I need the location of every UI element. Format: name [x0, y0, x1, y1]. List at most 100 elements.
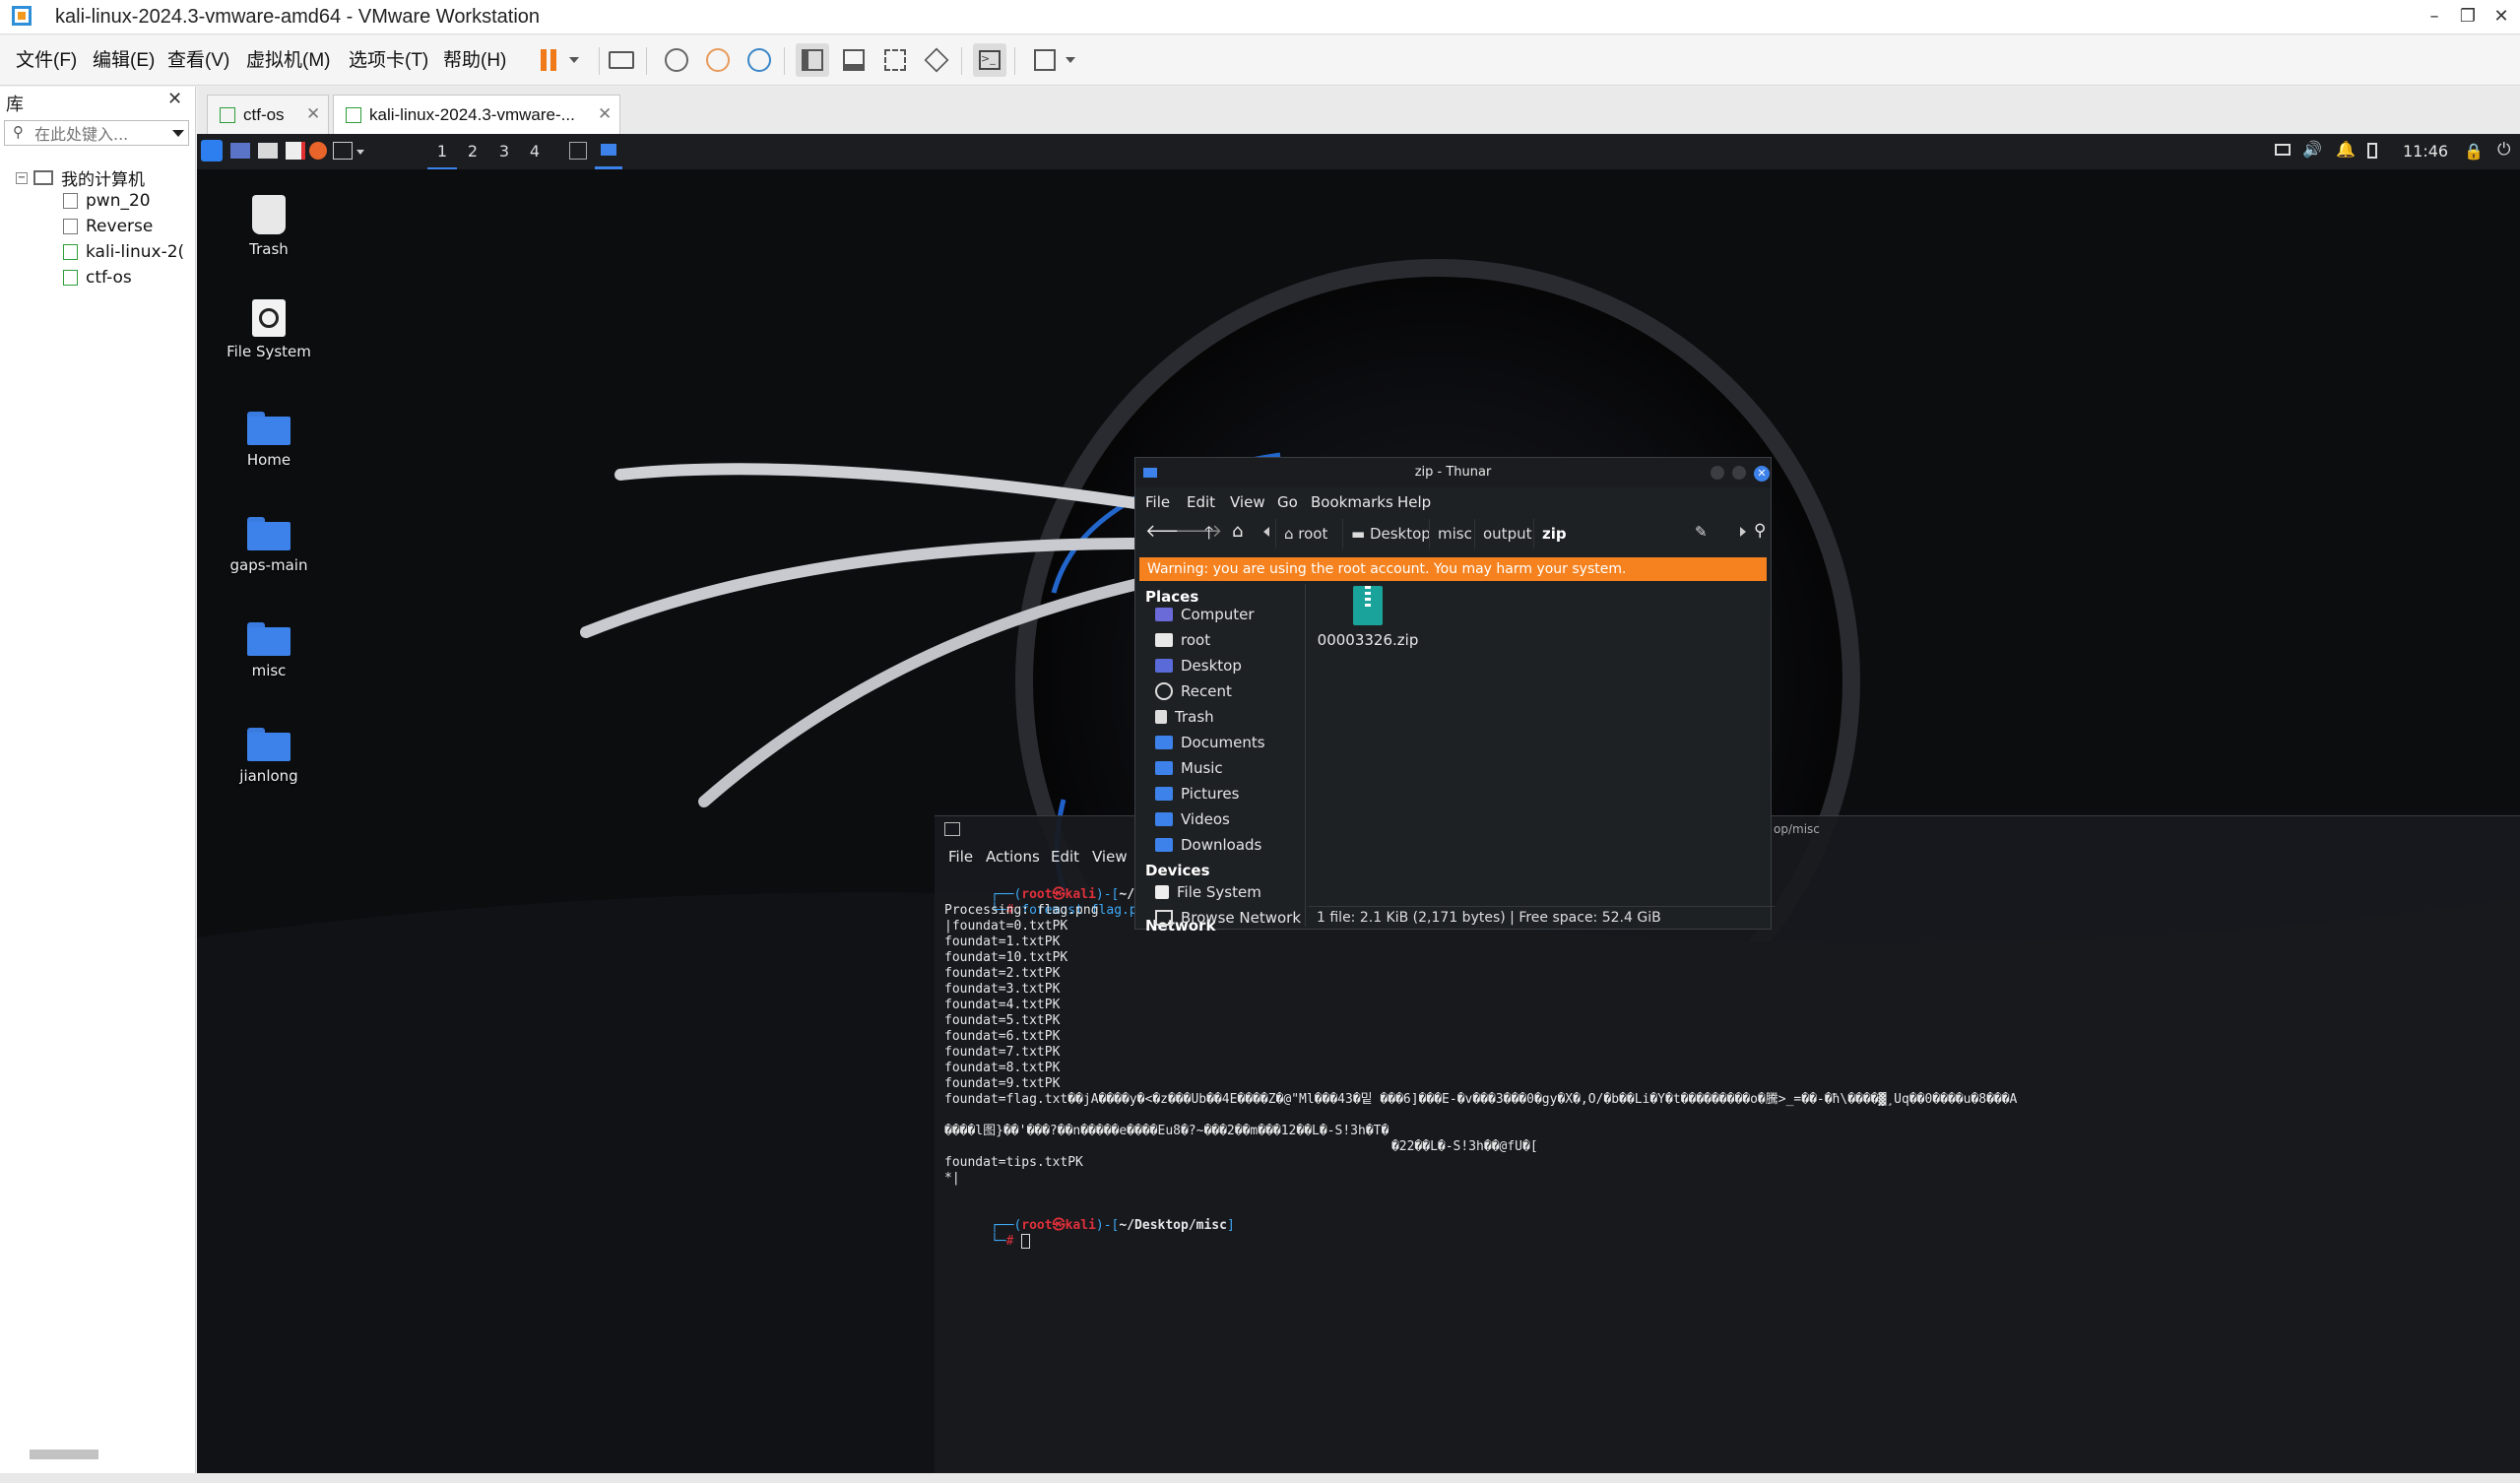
breadcrumb-root[interactable]: ⌂ root [1275, 519, 1335, 548]
send-keys-icon[interactable] [605, 43, 638, 77]
dropdown-icon[interactable] [1066, 57, 1075, 63]
library-search-input[interactable] [32, 123, 170, 145]
menu-file[interactable]: 文件(F) [16, 45, 77, 72]
console-view-icon[interactable]: >_ [973, 43, 1006, 77]
unity-icon[interactable] [920, 43, 953, 77]
terminal-menu-view[interactable]: View [1092, 848, 1128, 866]
vm-item-kali[interactable]: kali-linux-2( [63, 242, 189, 262]
display-icon[interactable] [2275, 144, 2291, 156]
device-filesystem[interactable]: File System [1155, 883, 1261, 901]
tab-close-icon[interactable]: ✕ [306, 104, 320, 124]
forward-icon[interactable]: 🡒 [1175, 521, 1222, 542]
menu-vm[interactable]: 虚拟机(M) [246, 45, 330, 72]
battery-icon[interactable] [2367, 143, 2377, 159]
place-pictures[interactable]: Pictures [1155, 785, 1239, 803]
show-desktop-icon[interactable] [230, 143, 250, 159]
guest-display[interactable]: 1 2 3 4 🔊 🔔 11:46 🔒 ⏻ Trash File System … [197, 134, 2520, 1473]
horizontal-scrollbar[interactable] [30, 1450, 98, 1459]
place-downloads[interactable]: Downloads [1155, 836, 1261, 854]
desktop-icon-misc[interactable]: misc [210, 622, 328, 679]
library-close-icon[interactable]: ✕ [167, 89, 182, 109]
desktop-icon-gaps-main[interactable]: gaps-main [210, 517, 328, 574]
window-button-terminal[interactable] [569, 142, 587, 160]
desktop-icon-filesystem[interactable]: File System [210, 299, 328, 360]
vm-item-reverse[interactable]: Reverse [63, 217, 153, 236]
close-button[interactable]: ✕ [1754, 466, 1770, 482]
library-view-icon[interactable] [796, 43, 829, 77]
desktop-icon-home[interactable]: Home [210, 412, 328, 469]
clock[interactable]: 11:46 [2403, 142, 2448, 161]
desktop-icon-jianlong[interactable]: jianlong [210, 728, 328, 785]
place-computer[interactable]: Computer [1155, 606, 1255, 623]
path-edit-icon[interactable]: ✎ [1695, 523, 1708, 541]
place-music[interactable]: Music [1155, 759, 1223, 777]
close-button[interactable]: ✕ [2484, 0, 2519, 33]
place-trash[interactable]: Trash [1155, 708, 1214, 726]
minimize-button[interactable]: – [2417, 0, 2452, 33]
workspace-1[interactable]: 1 [427, 134, 457, 169]
thumbnail-bar-icon[interactable] [837, 43, 871, 77]
home-icon[interactable]: ⌂ [1232, 521, 1243, 542]
thunar-menu-view[interactable]: View [1230, 493, 1265, 511]
tab-kali[interactable]: kali-linux-2024.3-vmware-... ✕ [333, 95, 620, 134]
workspace-2[interactable]: 2 [458, 134, 487, 169]
thunar-menu-help[interactable]: Help [1397, 493, 1431, 511]
firefox-icon[interactable] [309, 142, 327, 160]
up-icon[interactable]: 🡑 [1204, 521, 1213, 550]
desktop-icon-trash[interactable]: Trash [210, 195, 328, 258]
library-search-box[interactable]: ⚲ [4, 120, 189, 146]
terminal-menu-file[interactable]: File [948, 848, 973, 866]
tab-close-icon[interactable]: ✕ [598, 104, 612, 124]
volume-icon[interactable]: 🔊 [2302, 140, 2322, 159]
crumb-left-icon[interactable] [1263, 527, 1269, 537]
snapshot-manager-icon[interactable] [743, 43, 776, 77]
menu-view[interactable]: 查看(V) [167, 45, 229, 72]
search-dropdown-icon[interactable] [172, 130, 184, 137]
menu-tabs[interactable]: 选项卡(T) [349, 45, 428, 72]
vm-item-pwn[interactable]: pwn_20 [63, 191, 151, 211]
place-root[interactable]: root [1155, 631, 1210, 649]
menu-edit[interactable]: 编辑(E) [93, 45, 155, 72]
breadcrumb-misc[interactable]: misc [1429, 519, 1480, 548]
breadcrumb-output[interactable]: output [1474, 519, 1539, 548]
kali-menu-icon[interactable] [201, 140, 223, 161]
breadcrumb-desktop[interactable]: ▬ Desktop [1342, 519, 1439, 548]
menu-help[interactable]: 帮助(H) [443, 45, 506, 72]
dropdown-icon[interactable] [356, 150, 364, 155]
breadcrumb-zip[interactable]: zip [1533, 519, 1575, 548]
thunar-menu-edit[interactable]: Edit [1187, 493, 1215, 511]
browse-network-item[interactable]: Browse Network [1155, 909, 1301, 927]
workspace-4[interactable]: 4 [520, 134, 549, 169]
dropdown-icon[interactable] [569, 57, 579, 63]
fullscreen-icon[interactable] [878, 43, 912, 77]
place-videos[interactable]: Videos [1155, 810, 1230, 828]
notification-icon[interactable]: 🔔 [2336, 140, 2356, 159]
minimize-button[interactable] [1711, 466, 1724, 480]
place-documents[interactable]: Documents [1155, 734, 1265, 751]
file-item-zip[interactable]: 00003326.zip [1309, 586, 1427, 649]
terminal-icon[interactable] [333, 142, 353, 160]
tree-root[interactable]: − 我的计算机 [16, 165, 145, 190]
collapse-icon[interactable]: − [16, 171, 28, 184]
thunar-menu-bookmarks[interactable]: Bookmarks [1311, 493, 1393, 511]
window-button-thunar[interactable] [595, 134, 622, 169]
command-line-2[interactable]: └─# [944, 1218, 1031, 1265]
text-editor-icon[interactable] [286, 142, 305, 160]
workspace-3[interactable]: 3 [489, 134, 519, 169]
place-recent[interactable]: Recent [1155, 682, 1232, 700]
crumb-right-icon[interactable] [1740, 527, 1746, 537]
stretch-guest-icon[interactable] [1028, 43, 1062, 77]
terminal-menu-edit[interactable]: Edit [1051, 848, 1079, 866]
restore-button[interactable]: ❐ [2450, 0, 2486, 33]
revert-snapshot-icon[interactable] [701, 43, 735, 77]
lock-icon[interactable]: 🔒 [2464, 142, 2484, 161]
search-icon[interactable]: ⚲ [1754, 521, 1766, 541]
pause-icon[interactable] [532, 43, 565, 77]
place-desktop[interactable]: Desktop [1155, 657, 1242, 675]
logout-icon[interactable]: ⏻ [2497, 140, 2510, 160]
tab-ctf-os[interactable]: ctf-os ✕ [207, 95, 329, 134]
terminal-menu-actions[interactable]: Actions [986, 848, 1040, 866]
maximize-button[interactable] [1732, 466, 1746, 480]
thunar-menu-file[interactable]: File [1145, 493, 1170, 511]
snapshot-icon[interactable] [660, 43, 693, 77]
